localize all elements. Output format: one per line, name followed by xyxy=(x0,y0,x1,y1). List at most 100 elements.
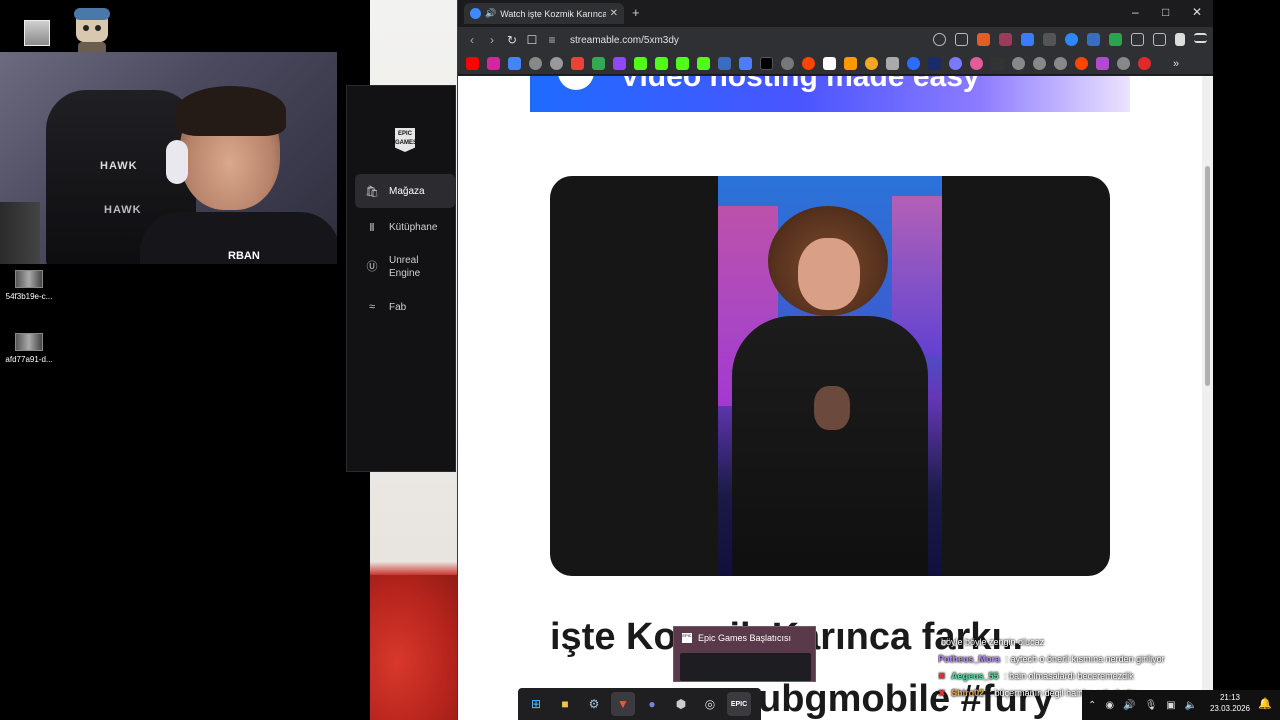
video-frame xyxy=(718,176,942,576)
chat-message: Potheus_Mora : aytech o önerli kısmına n… xyxy=(938,651,1198,668)
extension-icon[interactable] xyxy=(1109,33,1122,46)
bookmark-icon[interactable] xyxy=(697,57,710,70)
extension-icon[interactable] xyxy=(1087,33,1100,46)
epic-games-logo-icon: EPIC xyxy=(682,633,692,643)
reload-icon[interactable]: ↻ xyxy=(502,33,522,47)
zoom-icon[interactable] xyxy=(933,33,946,46)
bookmark-icon[interactable] xyxy=(970,57,983,70)
desktop-file-icon[interactable]: afd77a91-d... xyxy=(0,333,58,364)
chat-message: böyle böyle zengin olucaz xyxy=(938,634,1198,651)
bookmark-icon[interactable] xyxy=(1054,57,1067,70)
gmail-icon[interactable] xyxy=(571,57,584,70)
taskbar-clock[interactable]: 21:13 23.03.2026 xyxy=(1206,692,1254,714)
microphone-icon[interactable]: 🎙 xyxy=(1145,700,1158,711)
bookmark-icon[interactable] xyxy=(529,57,542,70)
network-icon[interactable]: ▣ xyxy=(1166,700,1175,711)
app-icon[interactable]: ⬢ xyxy=(669,692,693,716)
notification-bell-icon[interactable]: 🔔 xyxy=(1258,697,1272,710)
drive-icon[interactable] xyxy=(592,57,605,70)
maximize-icon[interactable]: □ xyxy=(1162,5,1169,19)
bookmark-icon[interactable] xyxy=(928,57,941,70)
kick-icon[interactable] xyxy=(676,57,689,70)
epic-nav-fab[interactable]: ≈ Fab xyxy=(355,290,455,324)
reddit-icon[interactable] xyxy=(1075,57,1088,70)
bookmarks-bar: » xyxy=(458,53,1213,75)
anchor-icon[interactable] xyxy=(718,57,731,70)
webcam-feed: HAWK HAWK RBAN xyxy=(0,52,337,264)
instagram-icon[interactable] xyxy=(487,57,500,70)
file-explorer-icon[interactable]: ■ xyxy=(553,692,577,716)
translate-icon[interactable] xyxy=(508,57,521,70)
bookmark-icon[interactable] xyxy=(781,57,794,70)
brave-browser-icon[interactable]: ▼ xyxy=(611,692,635,716)
menu-icon[interactable] xyxy=(1194,33,1207,43)
obs-icon[interactable]: ◎ xyxy=(698,692,722,716)
bookmark-icon[interactable] xyxy=(1138,57,1151,70)
epic-games-logo[interactable]: EPIC GAMES xyxy=(395,128,415,152)
extension-icon[interactable] xyxy=(999,33,1012,46)
taskbar: ⊞ ■ ⚙ ▼ ● ⬢ ◎ EPIC xyxy=(518,688,761,720)
kick-icon[interactable] xyxy=(655,57,668,70)
twitch-icon[interactable] xyxy=(613,57,626,70)
epic-nav-library[interactable]: Ⅱ Kütüphane xyxy=(355,210,455,244)
discord-icon[interactable]: ● xyxy=(640,692,664,716)
bookmark-icon[interactable] xyxy=(1096,57,1109,70)
close-tab-icon[interactable]: ✕ xyxy=(610,8,618,19)
bookmark-icon[interactable] xyxy=(886,57,899,70)
bookmark-icon[interactable] xyxy=(550,57,563,70)
epic-nav-label: Mağaza xyxy=(389,185,425,197)
share-icon[interactable] xyxy=(955,33,968,46)
music-icon[interactable] xyxy=(1175,33,1185,46)
amazon-icon[interactable] xyxy=(844,57,857,70)
bookmark-icon[interactable] xyxy=(1012,57,1025,70)
kick-icon[interactable] xyxy=(634,57,647,70)
bookmark-icon[interactable] xyxy=(865,57,878,70)
bookmark-icon[interactable] xyxy=(1033,57,1046,70)
forward-icon[interactable]: › xyxy=(482,33,502,47)
bookmark-icon[interactable] xyxy=(907,57,920,70)
bookmark-icon[interactable] xyxy=(1117,57,1130,70)
epic-games-taskbar-icon[interactable]: EPIC xyxy=(727,692,751,716)
windows-start-icon[interactable]: ⊞ xyxy=(524,692,548,716)
bookmark-icon[interactable]: ☐ xyxy=(522,33,542,47)
sidebar-icon[interactable] xyxy=(1153,33,1166,46)
tab-active[interactable]: 🔊 Watch işte Kozmik Karınca fa ✕ xyxy=(464,3,624,24)
more-bookmarks-icon[interactable]: » xyxy=(1173,58,1179,70)
minimize-icon[interactable]: – xyxy=(1132,5,1139,19)
site-info-icon[interactable]: ≡ xyxy=(542,33,562,47)
scroll-thumb[interactable] xyxy=(1205,166,1210,386)
headphone-icon xyxy=(166,140,188,184)
reddit-icon[interactable] xyxy=(802,57,815,70)
video-thumbnail-icon xyxy=(15,270,43,288)
steam-tray-icon[interactable]: ◉ xyxy=(1105,700,1114,711)
desktop-file-icon[interactable]: 54f3b19e-c... xyxy=(0,270,58,301)
extension-icon[interactable] xyxy=(1021,33,1034,46)
new-tab-icon[interactable]: + xyxy=(632,5,640,20)
chevron-up-icon[interactable]: ⌃ xyxy=(1088,700,1096,711)
bookmark-icon[interactable] xyxy=(949,57,962,70)
epic-nav-store[interactable]: 🛍 Mağaza xyxy=(355,174,455,208)
epic-nav-unreal-engine[interactable]: Ⓤ Unreal Engine xyxy=(355,246,455,288)
speaker-icon[interactable]: 🔈 xyxy=(1185,700,1197,711)
x-icon[interactable] xyxy=(760,57,773,70)
brave-shield-icon[interactable] xyxy=(977,33,990,46)
puzzle-icon[interactable] xyxy=(1131,33,1144,46)
badge-icon: ✖ xyxy=(938,688,946,698)
steam-icon[interactable]: ⚙ xyxy=(582,692,606,716)
extension-icon[interactable] xyxy=(1043,33,1056,46)
youtube-icon[interactable] xyxy=(466,57,479,70)
epic-nav-label: Unreal Engine xyxy=(389,255,421,279)
bookmark-icon[interactable] xyxy=(991,57,1004,70)
bookmark-icon[interactable] xyxy=(823,57,836,70)
close-window-icon[interactable]: ✕ xyxy=(1192,5,1202,19)
video-player[interactable] xyxy=(550,176,1110,576)
promo-banner[interactable]: Video hosting made easy xyxy=(530,76,1130,112)
address-bar[interactable]: streamable.com/5xm3dy xyxy=(570,35,679,46)
page-scrollbar[interactable] xyxy=(1202,76,1213,720)
taskbar-preview-popup[interactable]: EPIC Epic Games Başlatıcısı xyxy=(673,626,816,682)
back-icon[interactable]: ‹ xyxy=(462,33,482,47)
bookmark-icon[interactable] xyxy=(739,57,752,70)
volume-icon[interactable]: 🔊 xyxy=(1123,700,1135,711)
extension-icon[interactable] xyxy=(1065,33,1078,46)
speaker-icon[interactable]: 🔊 xyxy=(485,8,496,19)
